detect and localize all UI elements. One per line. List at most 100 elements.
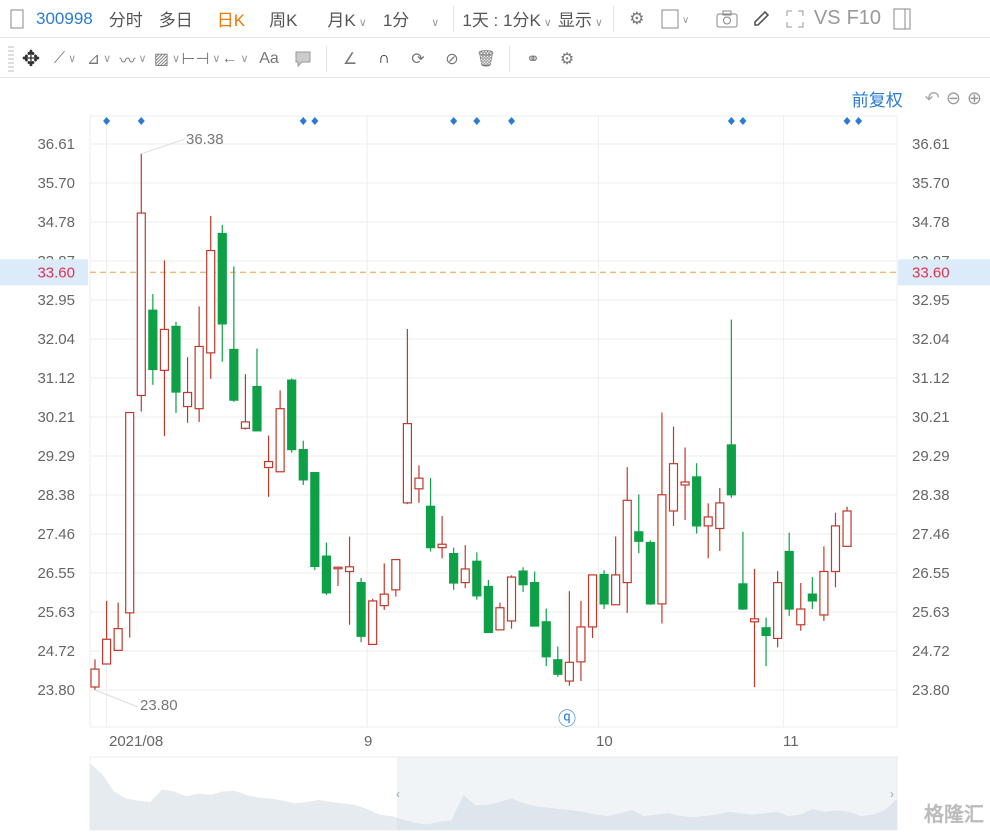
y-tick-right: 30.21 <box>912 409 950 426</box>
candle-down <box>634 531 644 542</box>
candle-down <box>553 659 563 675</box>
candle-up <box>125 411 135 614</box>
candle-up <box>90 668 100 688</box>
y-tick-right: 29.29 <box>912 448 950 465</box>
candle-up <box>460 568 470 584</box>
event-marker <box>508 117 516 125</box>
y-tick-left: 32.95 <box>37 292 75 309</box>
y-tick-left: 32.04 <box>37 331 75 348</box>
y-tick-left: 34.78 <box>37 214 75 231</box>
candle-up <box>182 391 193 408</box>
y-tick-right: 28.38 <box>912 487 950 504</box>
x-label-aug: 2021/08 <box>109 733 164 750</box>
y-tick-left: 29.29 <box>37 448 75 465</box>
candle-down <box>599 573 609 605</box>
candle-down <box>541 621 551 658</box>
y-tick-right: 34.78 <box>912 214 950 231</box>
candle-up <box>576 626 586 663</box>
y-tick-left: 26.55 <box>37 565 75 582</box>
candle-down <box>807 593 817 602</box>
candle-down <box>761 627 771 637</box>
candle-down <box>217 232 227 325</box>
y-tick-right: 32.95 <box>912 292 950 309</box>
event-marker <box>299 117 307 125</box>
candle-up <box>611 574 621 606</box>
event-marker <box>450 117 458 125</box>
candle-up <box>657 494 667 605</box>
candle-up <box>240 421 251 429</box>
candle-up <box>263 460 274 469</box>
candle-up <box>437 543 447 549</box>
candle-up <box>622 499 632 584</box>
candle-up <box>379 593 389 607</box>
candle-up <box>101 638 112 665</box>
candle-down <box>784 550 794 610</box>
candle-down <box>356 581 366 637</box>
candle-up <box>587 574 598 628</box>
event-marker <box>103 117 111 125</box>
event-marker <box>727 117 735 125</box>
candle-up <box>113 628 123 651</box>
y-tick-left: 30.21 <box>37 409 75 426</box>
candle-down <box>472 560 482 597</box>
candle-up <box>159 328 170 371</box>
navigator-right-handle-icon[interactable]: › <box>890 787 894 801</box>
y-tick-right: 32.04 <box>912 331 950 348</box>
y-tick-right: 31.12 <box>912 370 950 387</box>
candle-down <box>692 476 702 527</box>
navigator-window <box>397 757 897 830</box>
candle-up <box>275 408 285 473</box>
candle-down <box>518 570 528 586</box>
candle-up <box>819 570 829 616</box>
candle-up <box>773 581 783 640</box>
y-tick-right: 26.55 <box>912 565 950 582</box>
navigator-left-handle-icon[interactable]: ‹ <box>396 787 400 801</box>
min-price-label: 23.80 <box>140 697 178 714</box>
y-tick-right: 23.80 <box>912 682 950 699</box>
min-leader-line <box>94 689 139 708</box>
y-tick-left: 23.80 <box>37 682 75 699</box>
candle-up <box>830 525 841 573</box>
event-marker <box>137 117 145 125</box>
y-tick-left: 24.72 <box>37 643 75 660</box>
y-tick-right: 36.61 <box>912 136 950 153</box>
candle-up <box>564 661 574 682</box>
candle-down <box>298 449 308 481</box>
candle-up <box>344 566 355 573</box>
candle-up <box>206 249 216 354</box>
y-tick-left: 28.38 <box>37 487 75 504</box>
y-tick-left: 27.46 <box>37 526 75 543</box>
y-tick-left: 25.63 <box>37 604 75 621</box>
candle-up <box>668 463 679 512</box>
x-label-oct: 10 <box>596 733 613 750</box>
candle-up <box>842 510 852 547</box>
candle-up <box>680 481 690 486</box>
y-tick-left: 36.61 <box>37 136 75 153</box>
candle-down <box>449 553 459 584</box>
event-marker <box>855 117 863 125</box>
current-price-right: 33.60 <box>912 264 950 281</box>
candle-up <box>194 345 204 410</box>
candle-down <box>287 379 297 451</box>
candle-down <box>252 385 262 432</box>
event-marker <box>311 117 319 125</box>
event-marker <box>843 117 851 125</box>
candle-up <box>796 608 806 626</box>
y-tick-right: 35.70 <box>912 175 950 192</box>
candle-down <box>738 583 748 610</box>
candle-down <box>483 585 493 634</box>
x-label-nov: 11 <box>783 733 799 750</box>
candle-up <box>402 423 412 504</box>
candle-down <box>726 444 736 496</box>
candle-up <box>368 600 378 645</box>
candle-down <box>530 581 540 627</box>
y-tick-right: 25.63 <box>912 604 950 621</box>
event-at-icon[interactable]: ⓠ <box>558 705 576 731</box>
candle-up <box>495 607 505 631</box>
candle-down <box>645 541 655 605</box>
event-marker <box>739 117 747 125</box>
watermark-logo: 格隆汇 <box>924 804 984 826</box>
event-marker <box>473 117 481 125</box>
candle-down <box>171 325 181 393</box>
candle-up <box>391 558 401 591</box>
